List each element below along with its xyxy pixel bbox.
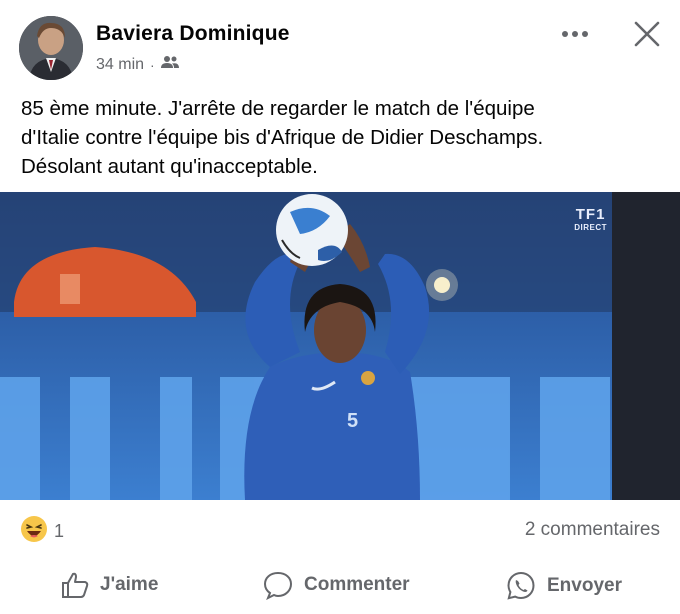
post-photo[interactable]: TF1 DIRECT 5 [0, 192, 680, 500]
thumbs-up-icon [62, 572, 89, 598]
send-label: Envoyer [547, 575, 622, 596]
comment-bubble-icon [263, 571, 293, 600]
broadcaster-tag: DIRECT [574, 223, 607, 232]
meta-separator: · [150, 56, 155, 73]
post-text-line: d'Italie contre l'équipe bis d'Afrique d… [21, 126, 544, 149]
post-header: Baviera Dominique 34 min · [0, 0, 680, 90]
post-text-line: Désolant autant qu'inacceptable. [21, 155, 318, 178]
jersey-number: 5 [347, 410, 359, 432]
send-button[interactable]: Envoyer [505, 570, 622, 602]
comment-label: Commenter [304, 574, 410, 595]
close-icon [634, 21, 660, 47]
post-meta: 34 min · [96, 55, 179, 74]
reaction-count: 1 [54, 520, 65, 541]
laughing-emoji-icon [20, 515, 48, 548]
broadcaster-logo: TF1 DIRECT [574, 206, 607, 232]
post-text-line: 85 ème minute. J'arrête de regarder le m… [21, 97, 535, 120]
broadcaster-name: TF1 [575, 206, 606, 223]
more-options-button[interactable] [558, 20, 592, 48]
like-button[interactable]: J'aime [60, 570, 158, 600]
author-avatar[interactable] [19, 16, 83, 80]
close-button[interactable] [628, 16, 666, 52]
author-name[interactable]: Baviera Dominique [96, 22, 290, 46]
whatsapp-icon [507, 571, 535, 600]
post-actions: J'aime Commenter Envoyer [0, 560, 680, 614]
more-icon [562, 31, 588, 37]
post-text: 85 ème minute. J'arrête de regarder le m… [21, 94, 661, 181]
post-time[interactable]: 34 min [96, 56, 144, 74]
comments-count[interactable]: 2 commentaires [525, 519, 660, 541]
comment-button[interactable]: Commenter [262, 570, 410, 600]
friends-icon [160, 55, 179, 74]
like-label: J'aime [100, 574, 159, 595]
football-photo [0, 192, 680, 500]
reactions-summary[interactable]: 1 [20, 515, 65, 548]
